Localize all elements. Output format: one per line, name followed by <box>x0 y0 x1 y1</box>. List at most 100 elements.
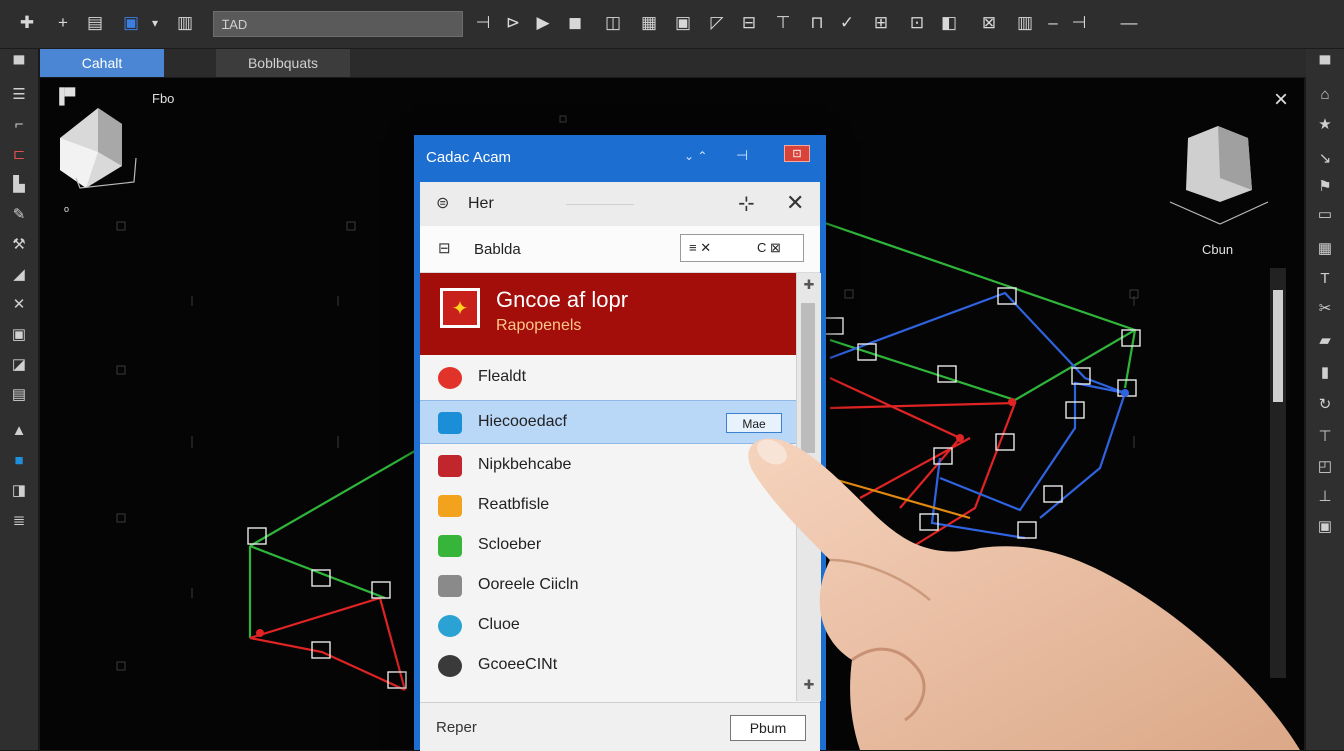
window-icon[interactable]: ◧ <box>936 10 962 36</box>
scissors-icon[interactable]: ✂ <box>1312 297 1338 319</box>
close-icon[interactable]: ✕ <box>786 190 804 216</box>
list-item[interactable]: Cluoe <box>420 604 796 648</box>
list-item[interactable]: Reatbfisle <box>420 484 796 528</box>
bookmark-icon[interactable]: ◨ <box>6 479 32 501</box>
list-item[interactable]: Nipkbehcabe <box>420 444 796 488</box>
featured-banner[interactable]: ✦ Gncoe af lopr Rapopenels <box>420 273 796 355</box>
record-icon[interactable]: ▶ <box>530 10 556 36</box>
filter-icon[interactable]: ⊟ <box>438 239 451 257</box>
item-globe-icon <box>438 615 462 637</box>
flag-icon[interactable]: ⚑ <box>1312 175 1338 197</box>
barcode-icon[interactable]: ▥ <box>1012 10 1038 36</box>
tab-row: Cahalt Boblbquats <box>40 49 1306 77</box>
grid-panel-icon[interactable]: ▦ <box>1312 237 1338 259</box>
select-icon[interactable]: ▣ <box>118 10 144 36</box>
viewport-scroll-thumb[interactable] <box>1273 290 1283 402</box>
pin-window-icon[interactable]: ⊣ <box>736 147 748 164</box>
viewport-flag-icon[interactable]: ▐▀ <box>54 88 75 105</box>
select-box-icon[interactable]: ◪ <box>6 353 32 375</box>
stack-icon[interactable]: ▙ <box>6 173 32 195</box>
layers-icon[interactable]: ▤ <box>82 10 108 36</box>
text-tool-icon[interactable]: T <box>1312 267 1338 289</box>
tab-secondary[interactable]: Boblbquats <box>216 49 350 77</box>
grid-icon[interactable]: ▦ <box>636 10 662 36</box>
cross-tools-icon[interactable]: ✕ <box>6 293 32 315</box>
dash-icon[interactable]: – <box>1040 10 1066 36</box>
toolbar-search-input[interactable] <box>213 11 463 37</box>
pin-icon[interactable]: ◸ <box>704 10 730 36</box>
layout-icon[interactable]: ⊞ <box>868 10 894 36</box>
list-item[interactable]: Ooreele Ciicln <box>420 564 796 608</box>
panel-icon[interactable]: ▀ <box>1312 53 1338 75</box>
list-item[interactable]: Flealdt <box>420 356 796 400</box>
viewport-close-icon[interactable]: × <box>1274 86 1288 114</box>
sound-icon[interactable]: ⊣ <box>1066 10 1092 36</box>
list-item[interactable]: GcoeeCINt <box>420 644 796 688</box>
fill-icon[interactable]: ▰ <box>1312 329 1338 351</box>
viewport-scrollbar[interactable] <box>1270 268 1286 678</box>
list-item-label: Scloeber <box>478 536 542 553</box>
footer-button[interactable]: Pbum <box>730 715 806 741</box>
frame-icon[interactable]: ⊥ <box>1312 485 1338 507</box>
measure-icon[interactable]: ⊤ <box>770 10 796 36</box>
settings-list-icon[interactable]: ≣ <box>6 509 32 531</box>
play-icon[interactable]: ⊳ <box>500 10 526 36</box>
add-icon[interactable]: + <box>50 10 76 36</box>
dialog-close-button[interactable]: ⊡ <box>784 145 810 162</box>
view-icon[interactable]: ◫ <box>600 10 626 36</box>
minimize-icon[interactable]: ⌄ ⌃ <box>684 149 707 163</box>
add-icon[interactable]: ⊹ <box>738 191 755 216</box>
list-scroll-thumb[interactable] <box>801 303 815 453</box>
document-icon[interactable]: ▤ <box>6 383 32 405</box>
page-icon[interactable]: ◰ <box>1312 455 1338 477</box>
list-view-toggle[interactable]: ≡ ✕ <box>689 240 711 256</box>
list-item-selected[interactable]: Hiecooedacf Mae <box>420 400 796 444</box>
brush-icon[interactable]: ✎ <box>6 203 32 225</box>
list-icon[interactable]: ☰ <box>6 83 32 105</box>
list-item-label: Reatbfisle <box>478 496 550 513</box>
color-icon[interactable]: ■ <box>6 449 32 471</box>
user-icon[interactable]: ⊜ <box>436 193 449 213</box>
check-icon[interactable]: ✓ <box>834 10 860 36</box>
home-icon[interactable]: ⌂ <box>1312 83 1338 105</box>
grid-view-toggle[interactable]: C ⊠ <box>757 240 781 256</box>
right-tool-sidebar: ▀ ⌂ ★ ↘ ⚑ ▭ ▦ T ✂ ▰ ▮ ↻ ⊤ ◰ ⊥ ▣ <box>1306 49 1344 750</box>
scroll-down-icon[interactable]: ✚ <box>801 677 817 693</box>
marker-icon[interactable]: ⊏ <box>6 143 32 165</box>
dialog-title: Cadac Acam <box>426 149 512 166</box>
node-icon[interactable]: ▣ <box>6 323 32 345</box>
texture-icon[interactable]: ⊠ <box>976 10 1002 36</box>
camera-icon[interactable]: ◼ <box>562 10 588 36</box>
search-row: ⊟ Bablda ≡ ✕ C ⊠ <box>420 226 820 273</box>
list-item[interactable]: Scloeber <box>420 524 796 568</box>
link-icon[interactable]: ↘ <box>1312 147 1338 169</box>
tool-icon[interactable]: ⊣ <box>470 10 496 36</box>
list-scrollbar[interactable]: ✚ ✚ <box>796 273 821 701</box>
warning-icon[interactable]: ▲ <box>6 419 32 441</box>
building-icon[interactable]: ▥ <box>172 10 198 36</box>
star-icon[interactable]: ★ <box>1312 113 1338 135</box>
scroll-up-icon[interactable]: ✚ <box>801 277 817 293</box>
dropdown-icon[interactable]: ▾ <box>142 10 168 36</box>
hammer-icon[interactable]: ⊤ <box>1312 425 1338 447</box>
crop-icon[interactable]: ⊟ <box>736 10 762 36</box>
snap-icon[interactable]: ⊓ <box>804 10 830 36</box>
paint-icon[interactable]: ◢ <box>6 263 32 285</box>
main-toolbar: ✚ + ▤ ▣ ▾ ▥ ⊣ ⊳ ▶ ◼ ◫ ▦ ▣ ◸ ⊟ ⊤ ⊓ ✓ ⊞ ⊡ … <box>0 0 1344 49</box>
view-toggle[interactable]: ≡ ✕ C ⊠ <box>680 234 804 262</box>
tab-active[interactable]: Cahalt <box>40 49 164 77</box>
folder-icon[interactable]: ▣ <box>670 10 696 36</box>
banner-title: Gncoe af lopr <box>496 287 629 312</box>
wrench-icon[interactable]: ⚒ <box>6 233 32 255</box>
rows-icon[interactable]: ▭ <box>1312 203 1338 225</box>
dock-icon[interactable]: ⊡ <box>904 10 930 36</box>
minus-icon[interactable]: — <box>1116 10 1142 36</box>
rotate-icon[interactable]: ↻ <box>1312 393 1338 415</box>
move-icon[interactable]: ✚ <box>14 10 40 36</box>
camera-label: Cbun <box>1202 242 1234 257</box>
item-action-button[interactable]: Mae <box>726 413 782 433</box>
menu-icon[interactable]: ▀ <box>6 53 32 75</box>
export-icon[interactable]: ▣ <box>1312 515 1338 537</box>
pen-icon[interactable]: ⌐ <box>6 113 32 135</box>
column-icon[interactable]: ▮ <box>1312 361 1338 383</box>
